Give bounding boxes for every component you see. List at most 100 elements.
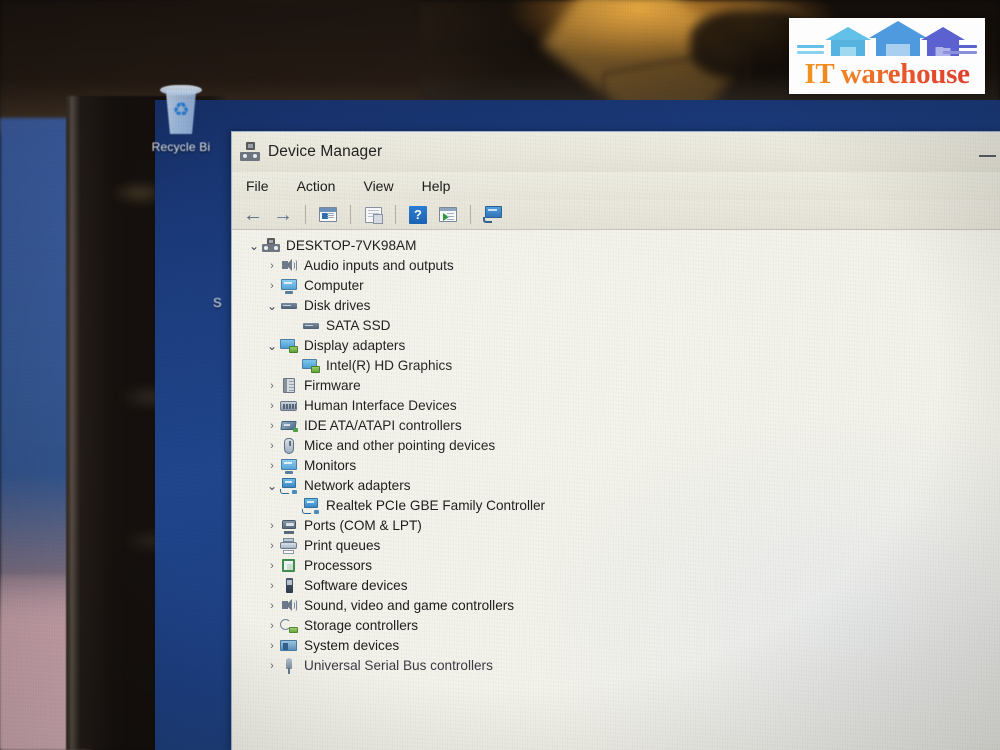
scan-for-hardware-changes-button[interactable] bbox=[481, 204, 505, 226]
disk-icon bbox=[280, 298, 298, 314]
tree-node-label: Firmware bbox=[304, 378, 361, 393]
tree-node-realtek-controller[interactable]: › Realtek PCIe GBE Family Controller bbox=[242, 496, 1000, 516]
forward-button[interactable]: → bbox=[271, 204, 295, 226]
software-device-icon bbox=[280, 578, 298, 594]
chevron-down-icon[interactable]: ⌄ bbox=[246, 236, 262, 256]
tree-node-intel-hd-graphics[interactable]: › Intel(R) HD Graphics bbox=[242, 356, 1000, 376]
chevron-right-icon[interactable]: › bbox=[264, 396, 280, 416]
desktop-icon-recycle-bin[interactable]: ♻ Recycle Bi bbox=[133, 84, 229, 154]
chevron-down-icon[interactable]: ⌄ bbox=[264, 476, 280, 496]
monitor-bezel-highlight bbox=[70, 96, 80, 750]
console-tree-icon bbox=[319, 207, 337, 222]
chevron-right-icon[interactable]: › bbox=[264, 516, 280, 536]
tree-node-computer[interactable]: › Computer bbox=[242, 276, 1000, 296]
tree-node-label: Intel(R) HD Graphics bbox=[326, 358, 453, 373]
ide-controller-icon bbox=[280, 418, 298, 434]
chevron-right-icon[interactable]: › bbox=[264, 256, 280, 276]
network-adapter-icon bbox=[302, 498, 320, 514]
toolbar-separator bbox=[470, 205, 471, 224]
tree-node-label: Computer bbox=[304, 278, 364, 293]
tree-node-label: Software devices bbox=[304, 578, 408, 593]
window-title: Device Manager bbox=[268, 143, 383, 160]
chevron-placeholder: › bbox=[286, 356, 302, 376]
arrow-left-icon: ← bbox=[243, 203, 263, 226]
tree-node-ide-controllers[interactable]: › IDE ATA/ATAPI controllers bbox=[242, 416, 1000, 436]
show-hide-console-tree-button[interactable] bbox=[316, 204, 340, 226]
menu-item-file[interactable]: File bbox=[246, 178, 269, 194]
tree-node-label: Ports (COM & LPT) bbox=[304, 518, 422, 533]
device-manager-icon bbox=[240, 142, 260, 162]
arrow-right-icon: → bbox=[273, 203, 293, 226]
back-button[interactable]: ← bbox=[241, 204, 265, 226]
menu-item-help[interactable]: Help bbox=[422, 178, 451, 194]
tree-node-storage-controllers[interactable]: › Storage controllers bbox=[242, 616, 1000, 636]
tree-node-audio[interactable]: › Audio inputs and outputs bbox=[242, 256, 1000, 276]
chevron-right-icon[interactable]: › bbox=[264, 656, 280, 676]
tree-node-label: Print queues bbox=[304, 538, 381, 553]
tree-node-firmware[interactable]: › Firmware bbox=[242, 376, 1000, 396]
chevron-right-icon[interactable]: › bbox=[264, 556, 280, 576]
tree-node-root[interactable]: ⌄ DESKTOP-7VK98AM bbox=[242, 236, 1000, 256]
tree-node-label: Human Interface Devices bbox=[304, 398, 457, 413]
tree-node-sound-video-game[interactable]: › Sound, video and game controllers bbox=[242, 596, 1000, 616]
tree-node-label: SATA SSD bbox=[326, 318, 391, 333]
tree-node-label: DESKTOP-7VK98AM bbox=[286, 238, 417, 253]
tree-node-label: Processors bbox=[304, 558, 372, 573]
help-button[interactable]: ? bbox=[406, 204, 430, 226]
firmware-icon bbox=[280, 378, 298, 394]
toolbar-separator bbox=[350, 205, 351, 224]
tree-node-mice[interactable]: › Mice and other pointing devices bbox=[242, 436, 1000, 456]
tree-node-monitors[interactable]: › Monitors bbox=[242, 456, 1000, 476]
chevron-down-icon[interactable]: ⌄ bbox=[264, 336, 280, 356]
tree-node-label: Sound, video and game controllers bbox=[304, 598, 515, 613]
toolbar: ← → ? bbox=[232, 200, 1000, 230]
desktop-icon-label: Recycle Bi bbox=[151, 140, 211, 154]
chevron-right-icon[interactable]: › bbox=[264, 616, 280, 636]
update-driver-icon bbox=[439, 207, 457, 222]
chevron-right-icon[interactable]: › bbox=[264, 596, 280, 616]
logo-bar-right bbox=[943, 45, 977, 48]
question-mark-icon: ? bbox=[409, 205, 427, 224]
chevron-right-icon[interactable]: › bbox=[264, 536, 280, 556]
chevron-right-icon[interactable]: › bbox=[264, 416, 280, 436]
desktop-icon-partial-label: S bbox=[213, 295, 222, 310]
logo-bar-left bbox=[797, 45, 824, 48]
toolbar-separator bbox=[395, 205, 396, 224]
chevron-right-icon[interactable]: › bbox=[264, 636, 280, 656]
menu-item-action[interactable]: Action bbox=[297, 178, 336, 194]
tree-node-disk-drives[interactable]: ⌄ Disk drives bbox=[242, 296, 1000, 316]
it-warehouse-watermark: IT warehouse bbox=[789, 18, 985, 94]
tree-node-label: IDE ATA/ATAPI controllers bbox=[304, 418, 462, 433]
speaker-icon bbox=[280, 258, 298, 274]
tree-node-software-devices[interactable]: › Software devices bbox=[242, 576, 1000, 596]
tree-node-network-adapters[interactable]: ⌄ Network adapters bbox=[242, 476, 1000, 496]
display-adapter-icon bbox=[280, 338, 298, 354]
tree-node-system-devices[interactable]: › System devices bbox=[242, 636, 1000, 656]
tree-node-ports[interactable]: › Ports (COM & LPT) bbox=[242, 516, 1000, 536]
chevron-right-icon[interactable]: › bbox=[264, 276, 280, 296]
properties-button[interactable] bbox=[361, 204, 385, 226]
chevron-right-icon[interactable]: › bbox=[264, 436, 280, 456]
disk-icon bbox=[302, 318, 320, 334]
tree-node-label: System devices bbox=[304, 638, 400, 653]
menu-item-view[interactable]: View bbox=[363, 178, 393, 194]
window-titlebar[interactable]: Device Manager bbox=[232, 132, 1000, 172]
tree-node-label: Monitors bbox=[304, 458, 357, 473]
tree-node-hid[interactable]: › Human Interface Devices bbox=[242, 396, 1000, 416]
storage-controller-icon bbox=[280, 618, 298, 634]
update-driver-button[interactable] bbox=[436, 204, 460, 226]
chevron-right-icon[interactable]: › bbox=[264, 576, 280, 596]
tree-node-display-adapters[interactable]: ⌄ Display adapters bbox=[242, 336, 1000, 356]
tree-node-print-queues[interactable]: › Print queues bbox=[242, 536, 1000, 556]
tree-node-label: Mice and other pointing devices bbox=[304, 438, 496, 453]
tree-node-usb-controllers[interactable]: › Universal Serial Bus controllers bbox=[242, 656, 1000, 676]
chevron-right-icon[interactable]: › bbox=[264, 376, 280, 396]
chevron-placeholder: › bbox=[286, 496, 302, 516]
tree-node-sata-ssd[interactable]: › SATA SSD bbox=[242, 316, 1000, 336]
chevron-right-icon[interactable]: › bbox=[264, 456, 280, 476]
tree-node-processors[interactable]: › Processors bbox=[242, 556, 1000, 576]
tree-node-label: Disk drives bbox=[304, 298, 371, 313]
speaker-icon bbox=[280, 598, 298, 614]
chevron-down-icon[interactable]: ⌄ bbox=[264, 296, 280, 316]
minimize-button[interactable] bbox=[977, 150, 999, 161]
